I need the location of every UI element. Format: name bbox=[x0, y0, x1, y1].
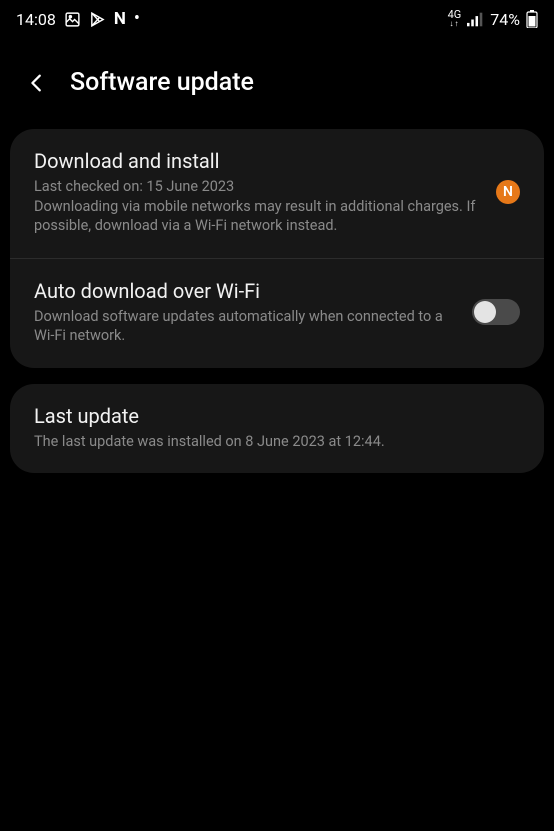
signal-icon bbox=[467, 12, 484, 27]
last-update-row[interactable]: Last update The last update was installe… bbox=[10, 384, 544, 474]
download-install-row[interactable]: Download and install Last checked on: 15… bbox=[10, 129, 544, 259]
auto-download-toggle[interactable] bbox=[472, 299, 520, 325]
status-left: 14:08 N • bbox=[16, 9, 140, 29]
download-install-text: Download and install Last checked on: 15… bbox=[34, 149, 480, 236]
page-title: Software update bbox=[70, 68, 254, 97]
auto-download-row[interactable]: Auto download over Wi-Fi Download softwa… bbox=[10, 259, 544, 368]
battery-icon bbox=[526, 10, 538, 28]
toggle-knob bbox=[474, 301, 496, 323]
chevron-left-icon bbox=[26, 72, 48, 94]
netflix-icon: N bbox=[114, 9, 126, 29]
auto-download-description: Download software updates automatically … bbox=[34, 307, 456, 346]
notification-badge: N bbox=[496, 180, 520, 204]
page-header: Software update bbox=[0, 38, 554, 129]
last-update-text: Last update The last update was installe… bbox=[34, 404, 520, 452]
gallery-icon bbox=[64, 11, 81, 28]
more-notifications-icon: • bbox=[134, 10, 140, 28]
settings-card-updates: Download and install Last checked on: 15… bbox=[10, 129, 544, 368]
status-time: 14:08 bbox=[16, 10, 56, 29]
auto-download-title: Auto download over Wi-Fi bbox=[34, 279, 456, 303]
status-app-icons: N • bbox=[64, 9, 140, 29]
battery-percent: 74% bbox=[490, 10, 520, 29]
status-bar: 14:08 N • 4G ↓↑ 74% bbox=[0, 0, 554, 38]
play-store-icon bbox=[89, 11, 106, 28]
settings-card-last-update: Last update The last update was installe… bbox=[10, 384, 544, 474]
download-install-title: Download and install bbox=[34, 149, 480, 173]
back-button[interactable] bbox=[26, 72, 48, 94]
download-install-last-checked: Last checked on: 15 June 2023 bbox=[34, 177, 480, 197]
auto-download-text: Auto download over Wi-Fi Download softwa… bbox=[34, 279, 456, 346]
status-right: 4G ↓↑ 74% bbox=[448, 10, 538, 29]
download-install-description: Downloading via mobile networks may resu… bbox=[34, 197, 480, 236]
last-update-title: Last update bbox=[34, 404, 520, 428]
network-type-icon: 4G ↓↑ bbox=[448, 10, 462, 27]
last-update-description: The last update was installed on 8 June … bbox=[34, 432, 520, 452]
